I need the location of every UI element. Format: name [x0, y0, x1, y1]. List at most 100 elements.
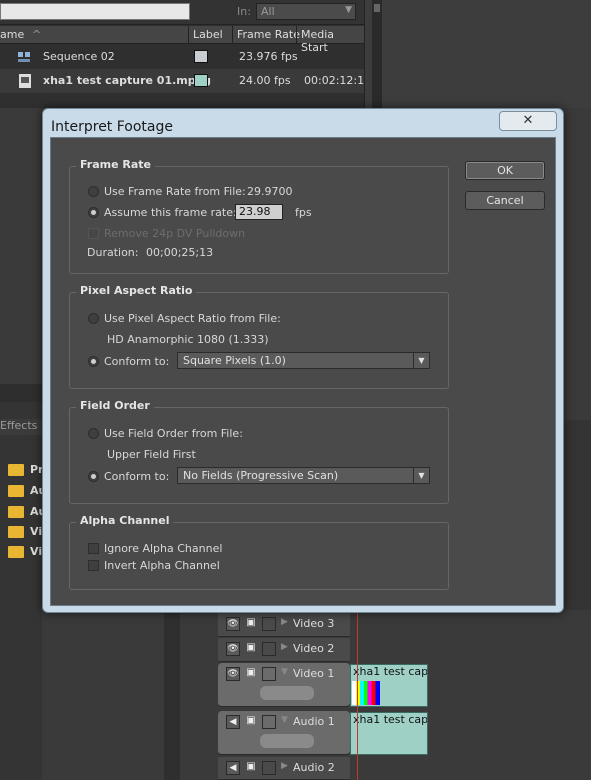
film-icon[interactable]: ▣	[244, 642, 258, 656]
use-frame-rate-from-file-label[interactable]: Use Frame Rate from File:	[104, 185, 246, 198]
track-name: Video 2	[293, 642, 335, 655]
column-label[interactable]: Label	[193, 28, 223, 41]
cancel-button-label: Cancel	[486, 194, 524, 207]
panel-toolbar	[0, 384, 42, 402]
ok-button-label: OK	[497, 164, 513, 177]
assume-frame-rate-radio[interactable]	[88, 207, 99, 218]
video-clip[interactable]: xha1 test capt	[350, 664, 428, 707]
track-name: Video 1	[293, 667, 335, 680]
field-order-select[interactable]: No Fields (Progressive Scan) ▼	[177, 467, 430, 484]
clip-label: xha1 test capt	[353, 713, 428, 726]
lock-toggle[interactable]	[262, 642, 276, 656]
assume-frame-rate-input[interactable]: 23.98	[235, 204, 283, 220]
conform-par-label[interactable]: Conform to:	[104, 355, 169, 368]
track-header-video-3[interactable]: 👁 ▣ ▶ Video 3	[218, 613, 350, 637]
conform-field-order-label[interactable]: Conform to:	[104, 470, 169, 483]
project-item-name: xha1 test capture 01.mpeg	[43, 74, 211, 87]
source-monitor-panel	[364, 0, 591, 108]
lock-toggle[interactable]	[262, 715, 276, 729]
project-column-header: ame ^ Label Frame Rate Media Start	[0, 26, 364, 54]
use-par-from-file-label[interactable]: Use Pixel Aspect Ratio from File:	[104, 312, 281, 325]
assume-frame-rate-label[interactable]: Assume this frame rate:	[104, 206, 237, 219]
folder-icon	[8, 485, 24, 497]
column-name[interactable]: ame	[0, 28, 24, 41]
remove-pulldown-checkbox[interactable]	[88, 228, 99, 239]
project-item-name: Sequence 02	[43, 50, 115, 63]
use-field-order-from-file-radio[interactable]	[88, 428, 99, 439]
dialog-body: Frame Rate Use Frame Rate from File: 29.…	[50, 137, 556, 606]
project-item-frame-rate: 24.00 fps	[239, 74, 291, 87]
eye-icon[interactable]: 👁	[226, 667, 240, 681]
playhead[interactable]	[357, 610, 358, 780]
ok-button[interactable]: OK	[465, 161, 545, 180]
dialog-title: Interpret Footage	[51, 119, 174, 135]
lock-toggle[interactable]	[262, 667, 276, 681]
conform-par-radio[interactable]	[88, 356, 99, 367]
close-button[interactable]: ✕	[499, 111, 557, 131]
film-icon[interactable]: ▣	[244, 667, 258, 681]
ignore-alpha-checkbox[interactable]	[88, 543, 99, 554]
par-select[interactable]: Square Pixels (1.0) ▼	[177, 352, 430, 369]
effects-tab[interactable]: Effects	[0, 419, 42, 435]
effects-folder-label[interactable]: Vi	[30, 525, 42, 538]
pixel-aspect-heading: Pixel Aspect Ratio	[76, 284, 197, 297]
cancel-button[interactable]: Cancel	[465, 191, 545, 210]
keyframe-controls[interactable]	[260, 734, 314, 748]
close-icon: ✕	[522, 113, 534, 128]
chevron-down-icon: ▼	[345, 5, 352, 15]
in-filter-select[interactable]: All ▼	[256, 3, 356, 20]
track-header-audio-1[interactable]: ◀ ▣ ▼ Audio 1	[218, 711, 350, 755]
alpha-channel-group: Alpha Channel Ignore Alpha Channel Inver…	[69, 514, 449, 590]
label-swatch[interactable]	[194, 50, 208, 63]
speaker-icon[interactable]: ◀	[226, 715, 240, 729]
invert-alpha-checkbox[interactable]	[88, 560, 99, 571]
frame-rate-heading: Frame Rate	[76, 158, 156, 171]
project-item-media-start: 00:02:12:11	[304, 74, 372, 87]
field-order-group: Field Order Use Field Order from File: U…	[69, 399, 449, 504]
film-icon[interactable]: ▣	[244, 617, 258, 631]
alpha-heading: Alpha Channel	[76, 514, 174, 527]
eye-icon[interactable]: 👁	[226, 642, 240, 656]
lock-toggle[interactable]	[262, 617, 276, 631]
conform-field-order-radio[interactable]	[88, 471, 99, 482]
expand-triangle-icon[interactable]: ▶	[281, 761, 288, 771]
assume-frame-rate-value: 23.98	[239, 205, 271, 218]
use-frame-rate-from-file-radio[interactable]	[88, 186, 99, 197]
folder-icon	[8, 546, 24, 558]
collapse-triangle-icon[interactable]: ▼	[281, 715, 288, 725]
media-file-icon	[19, 74, 31, 88]
use-par-from-file-radio[interactable]	[88, 313, 99, 324]
track-header-audio-2[interactable]: ◀ ▣ ▶ Audio 2	[218, 757, 350, 780]
project-search-input[interactable]	[0, 3, 190, 20]
label-swatch[interactable]	[194, 74, 208, 87]
use-field-order-from-file-label[interactable]: Use Field Order from File:	[104, 427, 243, 440]
file-frame-rate-value: 29.9700	[247, 185, 293, 198]
expand-triangle-icon[interactable]: ▶	[281, 642, 288, 652]
invert-alpha-label[interactable]: Invert Alpha Channel	[104, 559, 220, 572]
ignore-alpha-label[interactable]: Ignore Alpha Channel	[104, 542, 222, 555]
collapse-triangle-icon[interactable]: ▼	[281, 667, 288, 677]
project-scrollbar[interactable]	[372, 0, 382, 108]
timeline-ruler	[564, 420, 591, 610]
fps-unit-label: fps	[295, 206, 312, 219]
track-header-video-2[interactable]: 👁 ▣ ▶ Video 2	[218, 638, 350, 662]
project-row[interactable]: xha1 test capture 01.mpeg 24.00 fps 00:0…	[0, 69, 371, 93]
lock-toggle[interactable]	[262, 761, 276, 775]
film-icon[interactable]: ▣	[244, 715, 258, 729]
project-row[interactable]: Sequence 02 23.976 fps	[0, 45, 364, 69]
file-field-order-value: Upper Field First	[107, 448, 196, 461]
speaker-icon[interactable]: ◀	[226, 761, 240, 775]
effects-folder-label[interactable]: Vi	[30, 545, 42, 558]
expand-triangle-icon[interactable]: ▶	[281, 617, 288, 627]
column-frame-rate[interactable]: Frame Rate	[237, 28, 300, 41]
film-icon[interactable]: ▣	[244, 761, 258, 775]
scrollbar-thumb[interactable]	[374, 4, 380, 12]
interpret-footage-dialog: Interpret Footage ✕ Frame Rate Use Frame…	[42, 108, 564, 613]
sort-arrow-icon: ^	[32, 28, 42, 41]
track-header-video-1[interactable]: 👁 ▣ ▼ Video 1	[218, 663, 350, 707]
pixel-aspect-ratio-group: Pixel Aspect Ratio Use Pixel Aspect Rati…	[69, 284, 449, 389]
track-name: Audio 1	[293, 715, 335, 728]
eye-icon[interactable]: 👁	[226, 617, 240, 631]
keyframe-controls[interactable]	[260, 686, 314, 700]
audio-clip[interactable]: xha1 test capt	[350, 712, 428, 755]
